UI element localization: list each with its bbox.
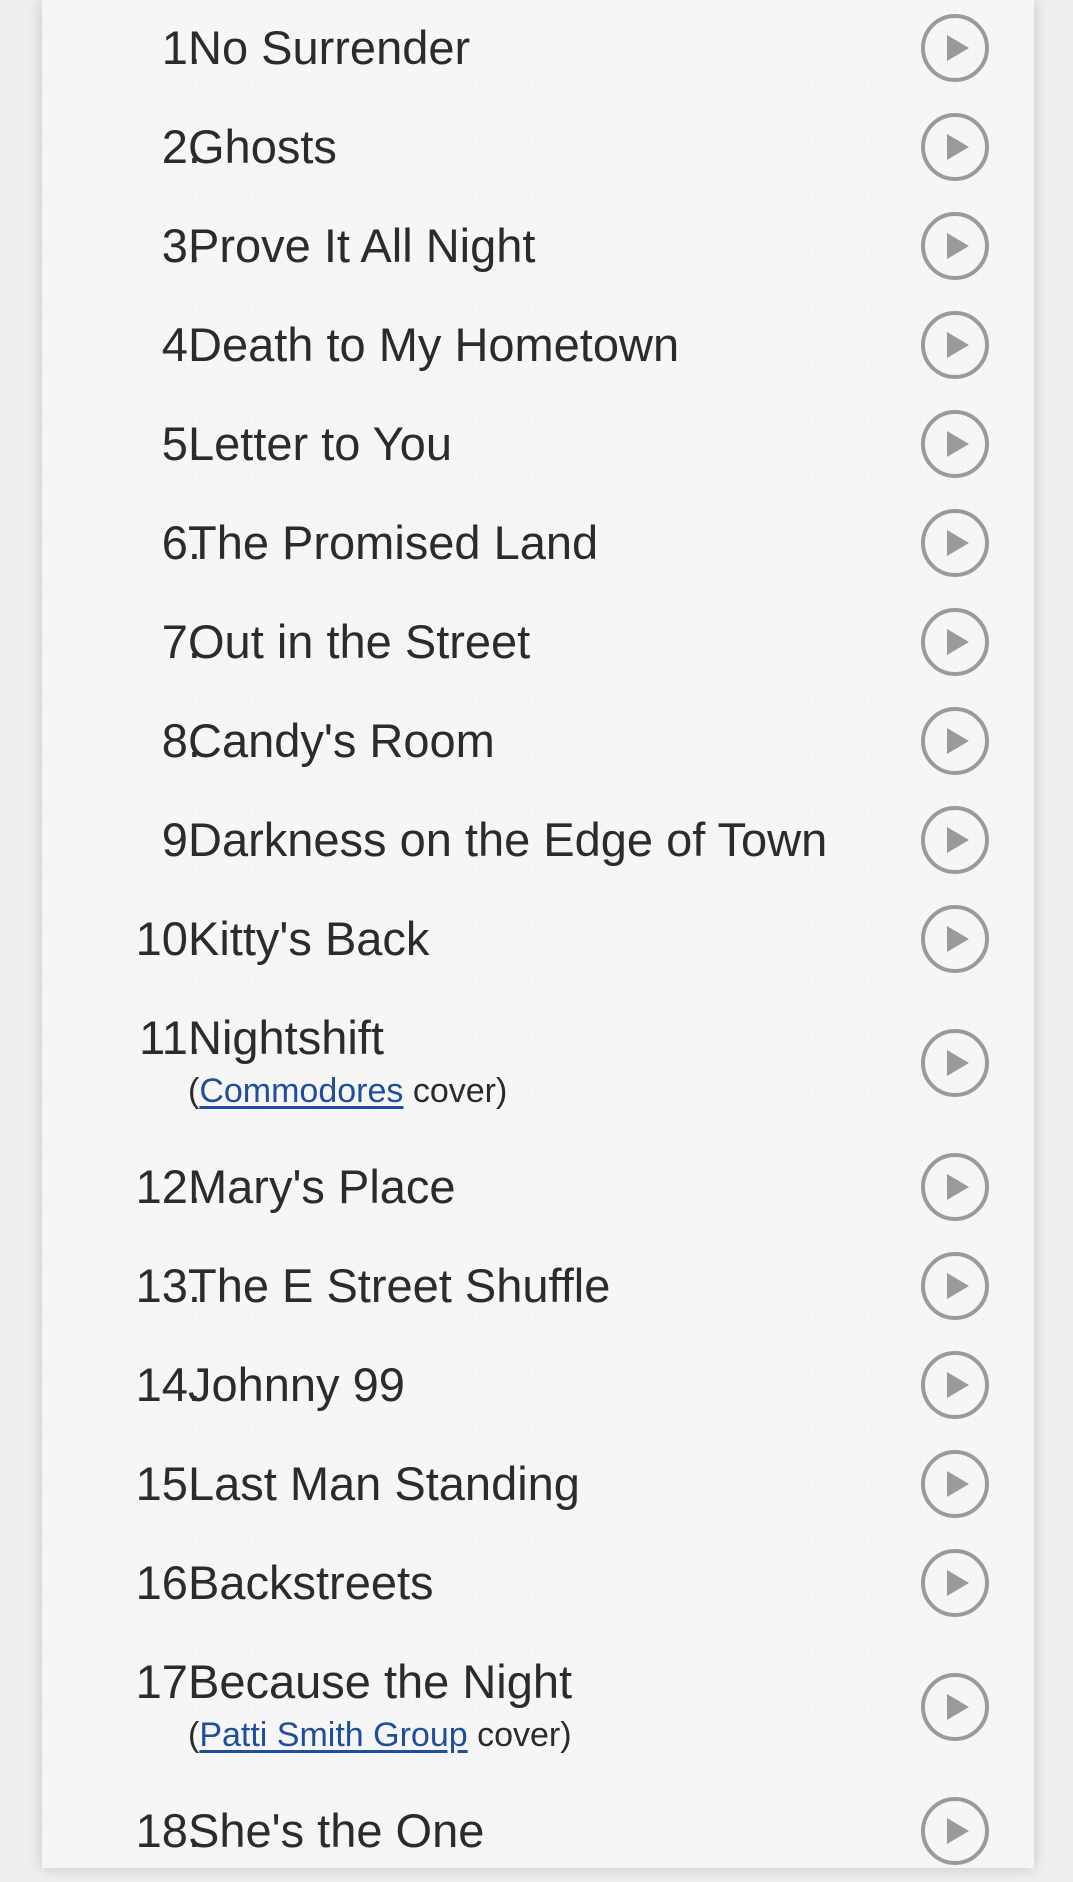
song-title: Prove It All Night (188, 219, 536, 272)
play-icon (947, 1273, 969, 1299)
play-button[interactable] (921, 1029, 989, 1097)
play-icon (947, 332, 969, 358)
cover-note: (Commodores cover) (188, 1070, 507, 1112)
play-icon (947, 1694, 969, 1720)
play-button[interactable] (921, 905, 989, 973)
cover-note-suffix: cover) (467, 1716, 572, 1754)
song-title: Last Man Standing (188, 1457, 580, 1510)
song-title: Backstreets (188, 1556, 434, 1609)
play-icon (947, 1471, 969, 1497)
play-icon (947, 530, 969, 556)
play-button[interactable] (921, 1549, 989, 1617)
play-icon (947, 1570, 969, 1596)
song-title: She's the One (188, 1804, 485, 1857)
song-item: 2. Ghosts (42, 99, 1034, 198)
song-item: 8. Candy's Room (42, 693, 1034, 792)
setlist-panel: 1. No Surrender 2. Ghosts 3. Prove It Al… (42, 0, 1034, 1868)
song-title: The Promised Land (188, 516, 599, 569)
play-icon (947, 431, 969, 457)
song-title: No Surrender (188, 21, 471, 74)
play-button[interactable] (921, 608, 989, 676)
song-title: Mary's Place (188, 1160, 456, 1213)
play-icon (947, 827, 969, 853)
play-button[interactable] (921, 1797, 989, 1865)
song-title: Ghosts (188, 120, 337, 173)
play-button[interactable] (921, 311, 989, 379)
play-icon (947, 134, 969, 160)
play-icon (947, 1050, 969, 1076)
play-icon (947, 1174, 969, 1200)
song-title: Letter to You (188, 417, 452, 470)
play-button[interactable] (921, 14, 989, 82)
play-button[interactable] (921, 707, 989, 775)
song-item: 12. Mary's Place (42, 1139, 1034, 1238)
song-title: Nightshift (188, 1011, 384, 1064)
song-item: 13. The E Street Shuffle (42, 1238, 1034, 1337)
song-item: 4. Death to My Hometown (42, 297, 1034, 396)
cover-artist-link[interactable]: Commodores (199, 1072, 403, 1110)
song-item: 15. Last Man Standing (42, 1436, 1034, 1535)
cover-artist-link[interactable]: Patti Smith Group (199, 1716, 467, 1754)
song-list: 1. No Surrender 2. Ghosts 3. Prove It Al… (42, 0, 1034, 1882)
song-item: 1. No Surrender (42, 0, 1034, 99)
song-title: Candy's Room (188, 714, 495, 767)
play-button[interactable] (921, 212, 989, 280)
cover-note-prefix: ( (188, 1072, 200, 1110)
play-icon (947, 233, 969, 259)
play-button[interactable] (921, 1351, 989, 1419)
play-button[interactable] (921, 1673, 989, 1741)
play-button[interactable] (921, 410, 989, 478)
song-item: 7. Out in the Street (42, 594, 1034, 693)
play-button[interactable] (921, 1252, 989, 1320)
song-title: Because the Night (188, 1655, 573, 1708)
song-item: 6. The Promised Land (42, 495, 1034, 594)
play-button[interactable] (921, 806, 989, 874)
cover-note-prefix: ( (188, 1716, 200, 1754)
song-title: Out in the Street (188, 615, 531, 668)
song-title: The E Street Shuffle (188, 1259, 611, 1312)
song-item: 10. Kitty's Back (42, 891, 1034, 990)
song-item: 17. Because the Night (Patti Smith Group… (42, 1634, 1034, 1783)
song-item: 14. Johnny 99 (42, 1337, 1034, 1436)
cover-note: (Patti Smith Group cover) (188, 1714, 572, 1756)
play-icon (947, 728, 969, 754)
cover-note-suffix: cover) (403, 1072, 508, 1110)
song-item: 16. Backstreets (42, 1535, 1034, 1634)
song-item: 11. Nightshift (Commodores cover) (42, 990, 1034, 1139)
song-item: 9. Darkness on the Edge of Town (42, 792, 1034, 891)
play-icon (947, 1372, 969, 1398)
play-button[interactable] (921, 113, 989, 181)
play-icon (947, 1818, 969, 1844)
song-title: Kitty's Back (188, 912, 430, 965)
play-icon (947, 629, 969, 655)
play-button[interactable] (921, 509, 989, 577)
song-title: Johnny 99 (188, 1358, 405, 1411)
song-item: 5. Letter to You (42, 396, 1034, 495)
song-title: Darkness on the Edge of Town (188, 813, 828, 866)
play-button[interactable] (921, 1153, 989, 1221)
song-item: 3. Prove It All Night (42, 198, 1034, 297)
song-item: 18. She's the One (42, 1783, 1034, 1882)
play-icon (947, 926, 969, 952)
play-button[interactable] (921, 1450, 989, 1518)
song-title: Death to My Hometown (188, 318, 680, 371)
play-icon (947, 35, 969, 61)
